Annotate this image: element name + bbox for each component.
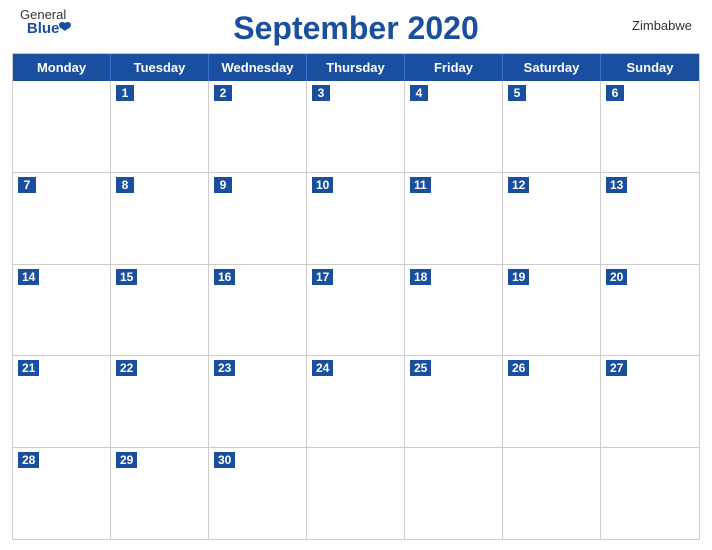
day-number: 3 bbox=[312, 85, 330, 101]
day-cell: 13 bbox=[601, 173, 699, 264]
day-cell: 20 bbox=[601, 265, 699, 356]
day-number: 13 bbox=[606, 177, 627, 193]
day-cell: 4 bbox=[405, 81, 503, 172]
day-number: 18 bbox=[410, 269, 431, 285]
day-cell: 15 bbox=[111, 265, 209, 356]
day-cell: 24 bbox=[307, 356, 405, 447]
day-header-sunday: Sunday bbox=[601, 54, 699, 81]
day-number: 28 bbox=[18, 452, 39, 468]
day-number: 22 bbox=[116, 360, 137, 376]
logo-blue-text: Blue bbox=[27, 20, 60, 37]
day-cell: 14 bbox=[13, 265, 111, 356]
calendar-weeks: 1234567891011121314151617181920212223242… bbox=[13, 81, 699, 539]
day-cell: 26 bbox=[503, 356, 601, 447]
day-number: 14 bbox=[18, 269, 39, 285]
day-cell bbox=[601, 448, 699, 539]
week-row-3: 14 15 16 17 18 19 20 bbox=[13, 264, 699, 356]
day-cell bbox=[405, 448, 503, 539]
day-cell: 8 bbox=[111, 173, 209, 264]
day-cell: 3 bbox=[307, 81, 405, 172]
day-number: 8 bbox=[116, 177, 134, 193]
day-header-wednesday: Wednesday bbox=[209, 54, 307, 81]
day-cell: 18 bbox=[405, 265, 503, 356]
day-cell: 2 bbox=[209, 81, 307, 172]
day-number: 20 bbox=[606, 269, 627, 285]
country-label: Zimbabwe bbox=[632, 18, 692, 33]
day-number: 15 bbox=[116, 269, 137, 285]
day-cell: 23 bbox=[209, 356, 307, 447]
day-header-saturday: Saturday bbox=[503, 54, 601, 81]
day-cell: 19 bbox=[503, 265, 601, 356]
day-cell: 7 bbox=[13, 173, 111, 264]
day-cell bbox=[503, 448, 601, 539]
day-number: 30 bbox=[214, 452, 235, 468]
day-cell: 17 bbox=[307, 265, 405, 356]
week-row-1: 1 2 3 4 5 6 bbox=[13, 81, 699, 172]
day-number: 27 bbox=[606, 360, 627, 376]
day-number: 6 bbox=[606, 85, 624, 101]
day-cell: 5 bbox=[503, 81, 601, 172]
calendar-header: General Blue September 2020 Zimbabwe bbox=[0, 0, 712, 53]
day-header-thursday: Thursday bbox=[307, 54, 405, 81]
day-cell bbox=[13, 81, 111, 172]
day-number: 23 bbox=[214, 360, 235, 376]
day-number: 17 bbox=[312, 269, 333, 285]
day-number: 21 bbox=[18, 360, 39, 376]
day-cell: 12 bbox=[503, 173, 601, 264]
day-number: 7 bbox=[18, 177, 36, 193]
day-number: 29 bbox=[116, 452, 137, 468]
day-number: 25 bbox=[410, 360, 431, 376]
day-headers-row: Monday Tuesday Wednesday Thursday Friday… bbox=[13, 54, 699, 81]
day-number: 12 bbox=[508, 177, 529, 193]
day-number: 1 bbox=[116, 85, 134, 101]
page-title: September 2020 bbox=[233, 10, 478, 47]
day-number: 19 bbox=[508, 269, 529, 285]
day-cell: 21 bbox=[13, 356, 111, 447]
day-number: 10 bbox=[312, 177, 333, 193]
day-cell: 16 bbox=[209, 265, 307, 356]
day-cell: 9 bbox=[209, 173, 307, 264]
day-cell: 11 bbox=[405, 173, 503, 264]
calendar-grid: Monday Tuesday Wednesday Thursday Friday… bbox=[12, 53, 700, 540]
day-number: 2 bbox=[214, 85, 232, 101]
day-number: 11 bbox=[410, 177, 431, 193]
day-header-monday: Monday bbox=[13, 54, 111, 81]
day-cell: 30 bbox=[209, 448, 307, 539]
day-cell: 1 bbox=[111, 81, 209, 172]
day-cell: 29 bbox=[111, 448, 209, 539]
day-number: 9 bbox=[214, 177, 232, 193]
day-number: 5 bbox=[508, 85, 526, 101]
day-cell: 27 bbox=[601, 356, 699, 447]
day-number: 16 bbox=[214, 269, 235, 285]
day-cell bbox=[307, 448, 405, 539]
day-cell: 28 bbox=[13, 448, 111, 539]
day-cell: 25 bbox=[405, 356, 503, 447]
day-number: 24 bbox=[312, 360, 333, 376]
day-cell: 10 bbox=[307, 173, 405, 264]
day-cell: 22 bbox=[111, 356, 209, 447]
day-header-friday: Friday bbox=[405, 54, 503, 81]
logo-bird-icon bbox=[57, 21, 73, 37]
day-cell: 6 bbox=[601, 81, 699, 172]
day-number: 26 bbox=[508, 360, 529, 376]
day-number: 4 bbox=[410, 85, 428, 101]
week-row-4: 21 22 23 24 25 26 27 bbox=[13, 355, 699, 447]
day-header-tuesday: Tuesday bbox=[111, 54, 209, 81]
logo: General Blue bbox=[20, 8, 66, 37]
week-row-2: 7 8 9 10 11 12 13 bbox=[13, 172, 699, 264]
week-row-5: 28 29 30 bbox=[13, 447, 699, 539]
